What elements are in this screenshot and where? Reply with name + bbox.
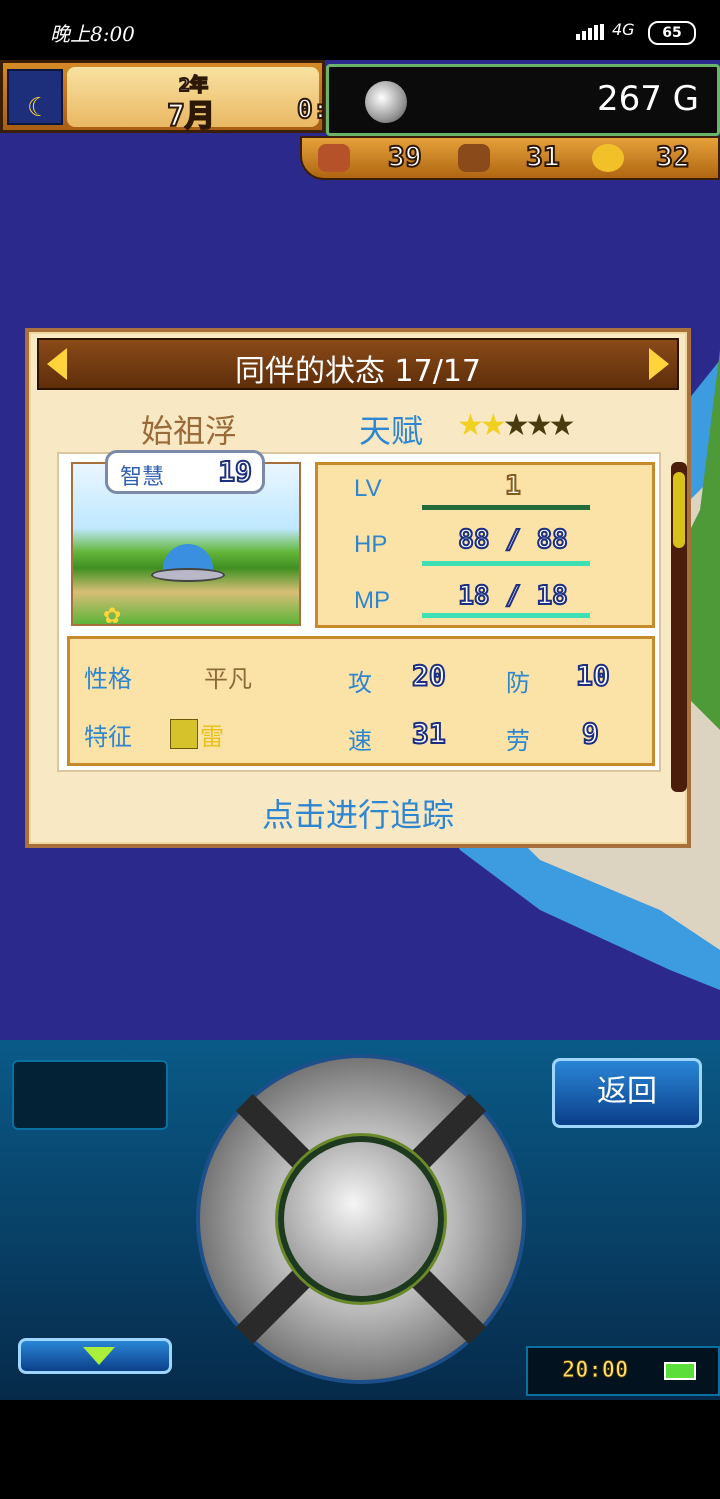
talent-label: 天赋 <box>359 412 424 450</box>
food-value: 39 <box>387 139 423 174</box>
resource-bar: 39 31 32 <box>300 136 720 180</box>
companion-name: 始祖浮 <box>141 412 238 450</box>
coin-icon <box>365 81 407 123</box>
track-button[interactable]: 点击进行追踪 <box>29 790 687 836</box>
dpad[interactable] <box>196 1054 526 1384</box>
lv-label: LV <box>354 475 382 502</box>
mp-bar <box>422 613 590 618</box>
personality-label: 性格 <box>84 665 132 693</box>
battery-icon: 65 <box>648 21 696 45</box>
status-card: ✿ 智慧 19 LV 1 HP 88 / 88 MP 18 / 18 性格 平凡… <box>57 450 661 772</box>
star-icon: ★ <box>479 408 507 443</box>
navigation-bar-area <box>0 1400 720 1499</box>
battery-full-icon <box>664 1362 696 1380</box>
network-indicator: 4G <box>612 20 635 39</box>
mp-label: MP <box>354 587 390 614</box>
wood-icon <box>458 144 490 172</box>
trait-label: 特征 <box>84 723 132 751</box>
ufo-base <box>151 568 225 582</box>
fatigue-label: 劳 <box>506 727 530 755</box>
device-clock-panel: 20:00 <box>526 1346 720 1396</box>
fatigue-value: 9 <box>581 716 600 751</box>
next-arrow-icon[interactable] <box>649 348 669 380</box>
signal-icon <box>576 24 604 40</box>
personality-value: 平凡 <box>204 665 252 693</box>
speed-value: 31 <box>411 716 447 751</box>
talent-stars: ★★★★★ <box>457 408 576 443</box>
attack-label: 攻 <box>348 669 372 697</box>
defense-label: 防 <box>506 669 530 697</box>
flower-icon: ✿ <box>103 604 122 626</box>
hp-bar <box>422 561 590 566</box>
star-icon: ★ <box>457 408 484 443</box>
thunder-icon <box>170 719 198 749</box>
star-empty-icon: ★ <box>548 408 576 443</box>
mp-value: 18 / 18 <box>457 580 569 612</box>
hp-value: 88 / 88 <box>457 524 569 556</box>
companion-status-dialog[interactable]: 同伴的状态 17/17 始祖浮 天赋 ★★★★★ ✿ 智慧 19 LV 1 HP… <box>25 328 691 848</box>
date-panel-inner: 2年 7月 0:30 <box>67 67 361 135</box>
hp-label: HP <box>354 531 388 558</box>
wisdom-value: 19 <box>217 454 253 489</box>
control-slot[interactable] <box>12 1060 168 1130</box>
scrollbar-thumb[interactable] <box>673 472 685 548</box>
status-time: 晚上8:00 <box>50 22 135 46</box>
attributes-box: 性格 平凡 攻 20 防 10 特征 雷 速 31 劳 9 <box>67 636 655 766</box>
month-label: 7月 <box>166 98 216 135</box>
moon-icon: ☾ <box>7 69 63 125</box>
dialog-title-bar: 同伴的状态 17/17 <box>37 338 679 390</box>
control-panel: 返回 20:00 <box>0 1040 720 1400</box>
money-panel: 267 G <box>326 64 720 136</box>
device-clock: 20:00 <box>561 1358 629 1384</box>
speed-label: 速 <box>348 727 372 755</box>
star-empty-icon: ★ <box>502 408 530 443</box>
date-panel: ☾ 2年 7月 0:30 <box>0 60 361 135</box>
dpad-center-button[interactable] <box>278 1136 444 1302</box>
status-bar: 晚上8:00 4G 65 <box>0 0 720 60</box>
star-empty-icon: ★ <box>525 408 553 443</box>
down-button[interactable] <box>18 1338 172 1374</box>
trait-value: 雷 <box>200 723 224 751</box>
money-amount: 267 G <box>596 79 699 119</box>
stats-box: LV 1 HP 88 / 88 MP 18 / 18 <box>315 462 655 628</box>
wood-value: 31 <box>525 139 561 174</box>
medal-value: 32 <box>655 139 691 174</box>
wisdom-bubble: 智慧 19 <box>105 450 265 494</box>
food-icon <box>318 144 350 172</box>
down-arrow-icon <box>83 1347 115 1365</box>
dialog-title: 同伴的状态 17/17 <box>235 354 481 389</box>
lv-value: 1 <box>504 470 522 502</box>
wisdom-label: 智慧 <box>120 465 165 490</box>
attack-value: 20 <box>411 658 447 693</box>
defense-value: 10 <box>575 658 611 693</box>
back-button[interactable]: 返回 <box>552 1058 702 1128</box>
medal-icon <box>592 144 624 172</box>
lv-bar <box>422 505 590 510</box>
